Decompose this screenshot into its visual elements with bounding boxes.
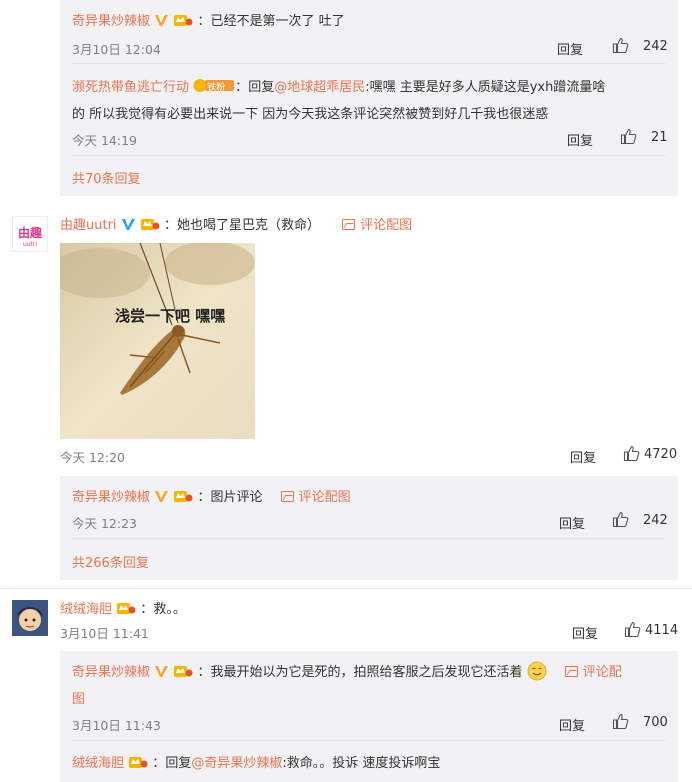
sub-reply: 奇异果炒辣椒 ：图片评论 评论配图 bbox=[72, 490, 351, 505]
like-count: 242 bbox=[643, 513, 668, 528]
sub-replies-block-3: 奇异果炒辣椒 ：我最开始以为它是死的，拍照给客服之后发现它还活着 评论配 图 3… bbox=[60, 651, 678, 782]
username-link[interactable]: 由趣uutri bbox=[60, 218, 117, 233]
timestamp: 今天 14:19 bbox=[72, 133, 137, 148]
username-link[interactable]: 奇异果炒辣椒 bbox=[72, 665, 150, 680]
picture-icon bbox=[564, 666, 578, 677]
verified-v-icon bbox=[155, 491, 169, 502]
member-crown-icon bbox=[140, 219, 160, 230]
sub-replies-block-1: 奇异果炒辣椒 ：已经不是第一次了 吐了 3月10日 12:04 回复 242 濒… bbox=[60, 0, 678, 196]
more-replies-link[interactable]: 共70条回复 bbox=[72, 168, 141, 187]
smile-emoji-icon bbox=[527, 661, 547, 681]
thumb-up-icon bbox=[612, 511, 629, 528]
image-comment-link[interactable]: 评论配图 bbox=[280, 490, 351, 505]
mention-link[interactable]: @奇异果炒辣椒 bbox=[191, 756, 282, 771]
comment-divider bbox=[0, 588, 692, 589]
divider bbox=[72, 63, 666, 64]
reply-text: 图片评论 bbox=[210, 490, 263, 505]
like-count: 4720 bbox=[644, 447, 678, 462]
picture-icon bbox=[342, 219, 356, 230]
member-crown-icon bbox=[174, 491, 193, 502]
member-crown-icon bbox=[174, 15, 193, 26]
thumb-up-icon bbox=[624, 621, 641, 638]
reply-text: 已经不是第一次了 吐了 bbox=[210, 14, 345, 29]
like-button[interactable]: 242 bbox=[612, 511, 668, 528]
comment-header: 由趣uutri ：她也喝了星巴克（救命） 评论配图 bbox=[60, 218, 413, 233]
image-comment-link-wrap[interactable]: 图 bbox=[72, 688, 85, 707]
reply-text: 我最开始以为它是死的，拍照给客服之后发现它还活着 bbox=[210, 665, 523, 680]
timestamp: 3月10日 11:41 bbox=[60, 626, 149, 641]
thumb-up-icon bbox=[620, 128, 637, 145]
username-link[interactable]: 濒死热带鱼逃亡行动 bbox=[72, 80, 189, 95]
reply-text-line-2: 的 所以我觉得有必要出来说一下 因为今天我这条评论突然被赞到好几千我也很迷惑 bbox=[72, 107, 549, 122]
thumb-up-icon bbox=[612, 713, 629, 730]
like-button[interactable]: 700 bbox=[612, 713, 668, 730]
verified-v-icon bbox=[155, 15, 169, 26]
like-button[interactable]: 21 bbox=[620, 128, 668, 145]
username-link[interactable]: 绒绒海胆 bbox=[60, 602, 112, 617]
like-count: 242 bbox=[643, 39, 668, 54]
like-count: 4114 bbox=[645, 623, 679, 638]
comment-image[interactable]: 浅尝一下吧 嘿嘿 bbox=[60, 243, 255, 439]
reply-button[interactable]: 回复 bbox=[559, 517, 585, 532]
image-comment-link[interactable]: 评论配 bbox=[564, 665, 622, 680]
image-comment-link[interactable]: 评论配图 bbox=[342, 218, 412, 233]
like-button[interactable]: 4720 bbox=[623, 445, 677, 462]
avatar-image bbox=[12, 600, 48, 636]
verified-v-icon bbox=[155, 666, 169, 677]
username-link[interactable]: 奇异果炒辣椒 bbox=[72, 14, 150, 29]
like-button[interactable]: 242 bbox=[612, 37, 668, 54]
reply-text: :救命。。投诉 速度投诉啊宝 bbox=[282, 756, 441, 771]
image-caption: 浅尝一下吧 嘿嘿 bbox=[115, 307, 226, 325]
sub-reply-2: 绒绒海胆 ：回复@奇异果炒辣椒:救命。。投诉 速度投诉啊宝 bbox=[72, 756, 441, 771]
reply-button[interactable]: 回复 bbox=[570, 451, 596, 466]
comment-text: 她也喝了星巴克（救命） bbox=[176, 218, 320, 233]
verified-v-icon bbox=[121, 219, 135, 230]
reply-button[interactable]: 回复 bbox=[557, 43, 583, 58]
member-crown-icon bbox=[174, 666, 193, 677]
like-count: 700 bbox=[643, 715, 668, 730]
fan-badge-label: 铁粉 bbox=[207, 83, 226, 93]
sub-reply-1: 奇异果炒辣椒 ：我最开始以为它是死的，拍照给客服之后发现它还活着 评论配 bbox=[72, 661, 622, 681]
mention-link[interactable]: @地球超乖居民 bbox=[274, 80, 365, 95]
sub-reply-2: 濒死热带鱼逃亡行动 铁粉 ：回复@地球超乖居民:嘿嘿 主要是好多人质疑这是yxh蹭… bbox=[72, 79, 606, 95]
like-count: 21 bbox=[651, 130, 668, 145]
reply-button[interactable]: 回复 bbox=[572, 627, 598, 642]
username-link[interactable]: 奇异果炒辣椒 bbox=[72, 490, 150, 505]
comment-text: 救。。 bbox=[153, 602, 186, 617]
timestamp: 3月10日 12:04 bbox=[72, 42, 161, 57]
member-crown-icon bbox=[117, 603, 136, 614]
more-replies-link[interactable]: 共266条回复 bbox=[72, 552, 149, 571]
like-button[interactable]: 4114 bbox=[624, 621, 678, 638]
avatar[interactable] bbox=[12, 600, 48, 636]
username-link[interactable]: 绒绒海胆 bbox=[72, 756, 124, 771]
reply-button[interactable]: 回复 bbox=[559, 719, 585, 734]
member-crown-icon bbox=[129, 757, 148, 768]
avatar[interactable]: 由趣 uutri bbox=[12, 216, 48, 252]
sub-replies-block-2: 奇异果炒辣椒 ：图片评论 评论配图 今天 12:23 回复 242 共266条回… bbox=[60, 476, 678, 580]
cockroach-photo bbox=[60, 243, 255, 439]
comment-header: 绒绒海胆 ：救。。 bbox=[60, 602, 186, 617]
picture-icon bbox=[280, 491, 294, 502]
timestamp: 3月10日 11:43 bbox=[72, 718, 161, 733]
reply-actions: 回复 bbox=[557, 39, 583, 58]
thumb-up-icon bbox=[623, 445, 640, 462]
timestamp: 今天 12:23 bbox=[72, 516, 137, 531]
thumb-up-icon bbox=[612, 37, 629, 54]
timestamp: 今天 12:20 bbox=[60, 450, 125, 465]
divider bbox=[72, 538, 666, 539]
divider bbox=[72, 155, 666, 156]
reply-button[interactable]: 回复 bbox=[567, 134, 593, 149]
divider bbox=[72, 740, 666, 741]
sub-reply-1: 奇异果炒辣椒 ：已经不是第一次了 吐了 bbox=[72, 14, 345, 29]
